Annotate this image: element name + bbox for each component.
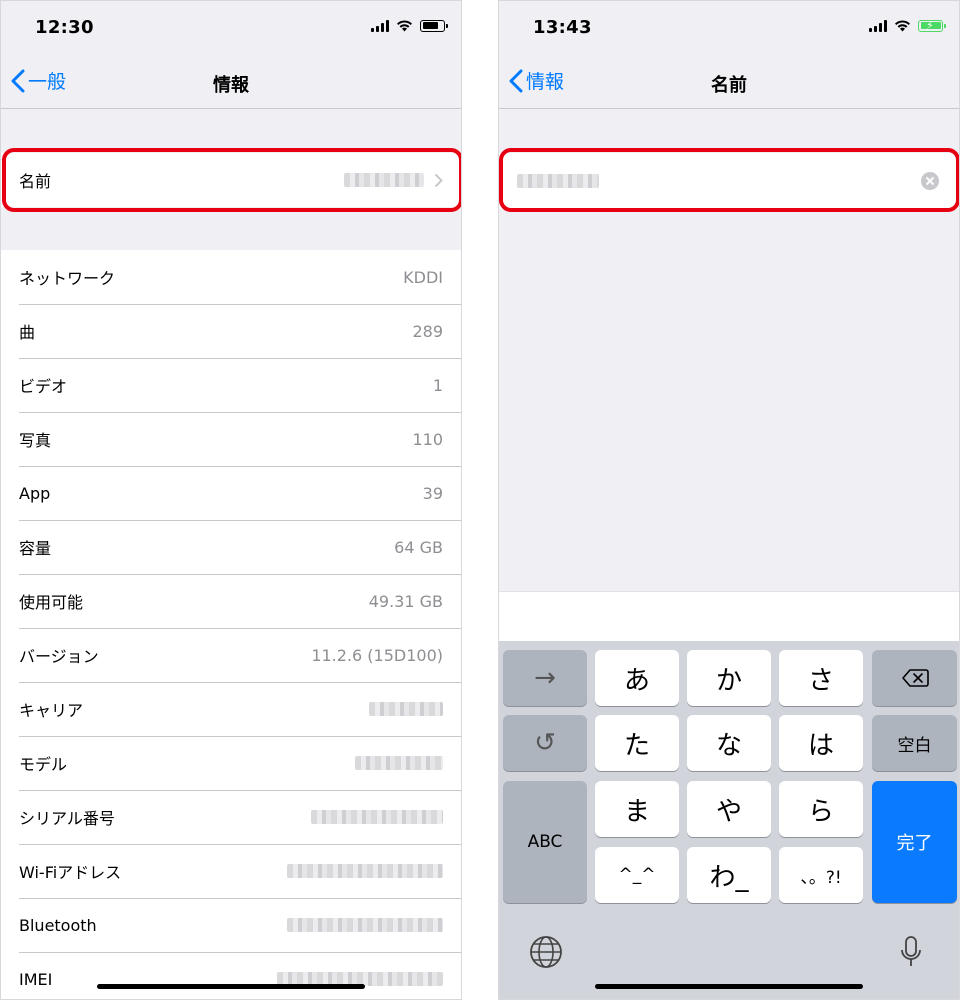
key-label: ABC — [527, 832, 563, 852]
info-row-videos: ビデオ 1 — [1, 358, 461, 412]
row-value: KDDI — [403, 267, 443, 287]
name-input-redacted[interactable] — [517, 174, 599, 188]
info-row-version: バージョン 11.2.6 (15D100) — [1, 628, 461, 682]
row-label: 容量 — [19, 539, 52, 558]
info-row-available: 使用可能 49.31 GB — [1, 574, 461, 628]
chevron-right-icon — [434, 173, 443, 187]
info-row-carrier[interactable]: キャリア — [1, 682, 461, 736]
row-label: バージョン — [19, 647, 99, 666]
row-label: Wi-Fiアドレス — [19, 863, 122, 882]
key-ra[interactable]: ら — [779, 781, 863, 837]
row-label: ビデオ — [19, 377, 68, 396]
wifi-icon — [895, 20, 910, 32]
clear-text-icon[interactable] — [921, 172, 939, 190]
info-row-serial[interactable]: シリアル番号 — [1, 790, 461, 844]
bolt-icon: ⚡ — [926, 18, 934, 32]
row-value: 64 GB — [394, 537, 443, 557]
arrow-right-icon: → — [534, 663, 556, 693]
key-wa[interactable]: わ_ — [687, 847, 771, 903]
info-row-photos: 写真 110 — [1, 412, 461, 466]
name-input-row — [499, 153, 959, 209]
cellular-signal-icon — [371, 19, 389, 32]
row-value: 49.31 GB — [368, 591, 443, 611]
wifi-icon — [397, 20, 412, 32]
key-ka[interactable]: か — [687, 650, 771, 706]
page-title: 名前 — [711, 75, 747, 96]
backspace-icon — [901, 669, 929, 687]
candidate-bar — [499, 591, 959, 641]
home-indicator[interactable] — [595, 984, 863, 989]
row-label: ネットワーク — [19, 269, 116, 288]
name-group: 名前 — [1, 153, 461, 207]
key-abc[interactable]: ABC — [503, 781, 587, 903]
row-value-redacted — [311, 810, 443, 824]
row-value-redacted — [287, 918, 443, 932]
info-group: ネットワーク KDDI 曲 289 ビデオ 1 写真 110 App 39 容量… — [1, 250, 461, 999]
battery-charging-icon: ⚡ — [918, 18, 946, 32]
row-label: 写真 — [19, 431, 52, 450]
info-row-apps: App 39 — [1, 466, 461, 520]
row-label: 使用可能 — [19, 593, 84, 612]
battery-icon — [420, 19, 448, 32]
row-value: 1 — [432, 375, 443, 395]
key-a[interactable]: あ — [595, 650, 679, 706]
row-value: 110 — [412, 429, 443, 449]
row-value: 11.2.6 (15D100) — [311, 645, 443, 665]
info-row-wifi-address[interactable]: Wi-Fiアドレス — [1, 844, 461, 898]
name-label: 名前 — [19, 172, 52, 191]
globe-icon[interactable] — [529, 935, 563, 969]
row-label: 曲 — [19, 323, 36, 342]
key-ya[interactable]: や — [687, 781, 771, 837]
row-value-redacted — [287, 864, 443, 878]
key-next-arrow[interactable]: → — [503, 650, 587, 706]
key-kaomoji[interactable]: ^_^ — [595, 847, 679, 903]
key-sa[interactable]: さ — [779, 650, 863, 706]
key-ma[interactable]: ま — [595, 781, 679, 837]
undo-icon: ↺ — [534, 728, 556, 758]
key-ha[interactable]: は — [779, 715, 863, 771]
row-label: Bluetooth — [19, 915, 97, 935]
nav-bar: 一般 情報 — [1, 57, 461, 109]
name-edit-screen: 13:43 ⚡ 情報 名前 → ↺ ABC あ か さ た な は ま や ら … — [498, 0, 960, 1000]
row-value: 39 — [422, 483, 443, 503]
row-label: App — [19, 483, 51, 503]
name-value-redacted — [344, 173, 424, 187]
name-row[interactable]: 名前 — [1, 153, 461, 207]
row-value-redacted — [355, 756, 443, 770]
nav-bar: 情報 名前 — [499, 57, 959, 109]
page-title: 情報 — [213, 75, 249, 96]
key-undo[interactable]: ↺ — [503, 715, 587, 771]
row-value: 289 — [412, 321, 443, 341]
status-icons — [371, 19, 448, 32]
status-bar: 12:30 — [1, 1, 461, 57]
info-row-network: ネットワーク KDDI — [1, 250, 461, 304]
cellular-signal-icon — [869, 19, 887, 32]
row-label: キャリア — [19, 701, 84, 720]
key-ta[interactable]: た — [595, 715, 679, 771]
status-bar: 13:43 ⚡ — [499, 1, 959, 57]
row-label: モデル — [19, 755, 68, 774]
info-row-songs: 曲 289 — [1, 304, 461, 358]
status-icons: ⚡ — [869, 18, 946, 32]
info-row-imei[interactable]: IMEI — [1, 952, 461, 999]
status-time: 12:30 — [35, 17, 94, 38]
status-time: 13:43 — [533, 17, 592, 38]
row-label: シリアル番号 — [19, 809, 115, 828]
home-indicator[interactable] — [97, 984, 365, 989]
key-delete[interactable] — [872, 650, 957, 706]
row-value-redacted — [369, 702, 443, 716]
key-na[interactable]: な — [687, 715, 771, 771]
microphone-icon[interactable] — [899, 935, 923, 969]
key-done[interactable]: 完了 — [872, 781, 957, 903]
info-row-model[interactable]: モデル — [1, 736, 461, 790]
key-space[interactable]: 空白 — [872, 715, 957, 771]
about-screen: 12:30 一般 情報 名前 ネットワーク KDDI 曲 289 ビデオ 1 写… — [0, 0, 462, 1000]
key-punctuation[interactable]: 、。?! — [779, 847, 863, 903]
info-row-capacity: 容量 64 GB — [1, 520, 461, 574]
japanese-kana-keyboard: → ↺ ABC あ か さ た な は ま や ら ^_^ わ_ 、。?! 空白… — [499, 641, 959, 999]
info-row-bluetooth[interactable]: Bluetooth — [1, 898, 461, 952]
